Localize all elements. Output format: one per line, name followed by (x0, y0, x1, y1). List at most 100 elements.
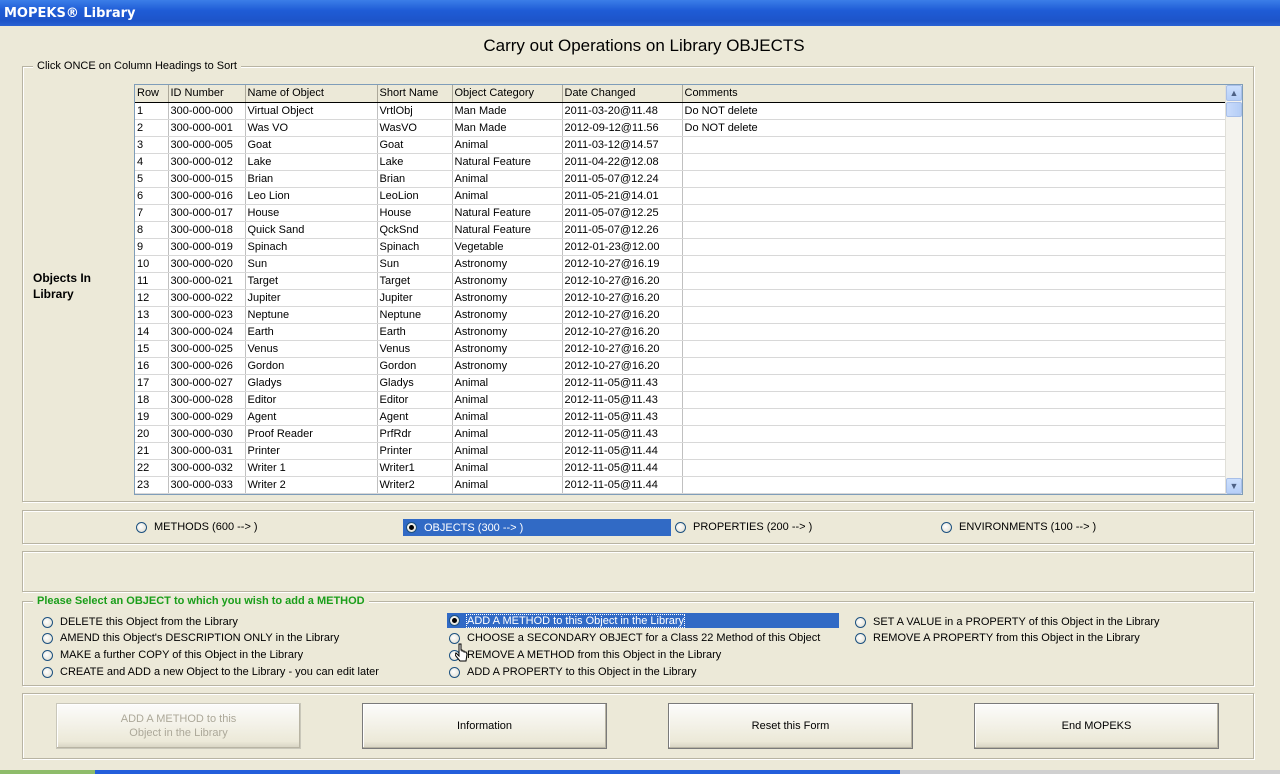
op-remove-property[interactable]: REMOVE A PROPERTY from this Object in th… (855, 632, 1140, 644)
op-set-value[interactable]: SET A VALUE in a PROPERTY of this Object… (855, 616, 1160, 628)
table-cell[interactable] (682, 153, 1228, 171)
table-cell[interactable]: House (377, 204, 453, 222)
table-cell[interactable]: 300-000-020 (168, 255, 246, 273)
table-cell[interactable]: 12 (135, 289, 169, 307)
add-method-button[interactable]: ADD A METHOD to this Object in the Libra… (56, 703, 301, 749)
table-row[interactable]: 9 300-000-019 Spinach Spinach Vegetable 2012-… (135, 238, 1228, 256)
table-cell[interactable]: 300-000-026 (168, 357, 246, 375)
grid-vertical-scrollbar[interactable]: ▲ ▼ (1225, 85, 1242, 494)
table-cell[interactable] (682, 374, 1228, 392)
table-cell[interactable]: Agent (245, 408, 378, 426)
table-cell[interactable]: Do NOT delete (682, 102, 1228, 120)
column-header[interactable]: Name of Object (245, 85, 378, 103)
table-cell[interactable]: 300-000-019 (168, 238, 246, 256)
table-cell[interactable] (682, 170, 1228, 188)
op-create-object[interactable]: CREATE and ADD a new Object to the Libra… (42, 666, 379, 678)
op-choose-indicator[interactable] (449, 632, 460, 644)
table-cell[interactable]: 2 (135, 119, 169, 137)
table-cell[interactable]: Astronomy (452, 306, 563, 324)
radio-objects[interactable]: OBJECTS (300 --> ) (403, 519, 671, 536)
table-row[interactable]: 1 300-000-000 Virtual Object VrtlObj Man Mad… (135, 102, 1228, 120)
op-remove-property-indicator[interactable] (855, 632, 866, 644)
table-cell[interactable]: Brian (245, 170, 378, 188)
table-cell[interactable]: Writer 2 (245, 476, 378, 494)
table-row[interactable]: 17 300-000-027 Gladys Gladys Animal 2012-11-0… (135, 374, 1228, 392)
table-cell[interactable] (682, 340, 1228, 358)
end-mopeks-button[interactable]: End MOPEKS (974, 703, 1219, 749)
table-cell[interactable]: 300-000-032 (168, 459, 246, 477)
scroll-thumb[interactable] (1226, 102, 1242, 117)
table-cell[interactable]: Vegetable (452, 238, 563, 256)
table-cell[interactable]: 300-000-021 (168, 272, 246, 290)
table-cell[interactable]: Printer (377, 442, 453, 460)
table-cell[interactable]: 300-000-000 (168, 102, 246, 120)
reset-form-button[interactable]: Reset this Form (668, 703, 913, 749)
table-cell[interactable]: 300-000-030 (168, 425, 246, 443)
table-row[interactable]: 6 300-000-016 Leo Lion LeoLion Animal 2011-05… (135, 187, 1228, 205)
table-cell[interactable]: Proof Reader (245, 425, 378, 443)
table-row[interactable]: 23 300-000-033 Writer 2 Writer2 Animal 2012-1… (135, 476, 1228, 494)
table-row[interactable]: 13 300-000-023 Neptune Neptune Astronomy 2012… (135, 306, 1228, 324)
table-cell[interactable]: Animal (452, 442, 563, 460)
scroll-up-icon[interactable]: ▲ (1226, 85, 1242, 101)
table-cell[interactable] (682, 459, 1228, 477)
table-cell[interactable]: 300-000-022 (168, 289, 246, 307)
table-cell[interactable]: Editor (377, 391, 453, 409)
table-cell[interactable]: Animal (452, 391, 563, 409)
table-cell[interactable]: LeoLion (377, 187, 453, 205)
radio-methods[interactable]: METHODS (600 --> ) (136, 521, 258, 533)
table-cell[interactable]: 23 (135, 476, 169, 494)
table-cell[interactable]: 20 (135, 425, 169, 443)
table-cell[interactable]: 13 (135, 306, 169, 324)
table-cell[interactable]: Goat (245, 136, 378, 154)
op-add-method[interactable]: ADD A METHOD to this Object in the Libra… (447, 613, 839, 628)
table-cell[interactable]: 9 (135, 238, 169, 256)
table-cell[interactable]: Sun (245, 255, 378, 273)
op-delete-object[interactable]: DELETE this Object from the Library (42, 616, 238, 628)
table-cell[interactable]: Goat (377, 136, 453, 154)
table-cell[interactable]: Natural Feature (452, 153, 563, 171)
table-cell[interactable]: 2012-10-27@16.20 (562, 323, 683, 341)
table-cell[interactable]: Animal (452, 187, 563, 205)
table-cell[interactable] (682, 323, 1228, 341)
table-cell[interactable]: 2012-10-27@16.20 (562, 357, 683, 375)
table-cell[interactable]: 300-000-033 (168, 476, 246, 494)
table-cell[interactable]: PrfRdr (377, 425, 453, 443)
table-cell[interactable]: 300-000-031 (168, 442, 246, 460)
table-row[interactable]: 3 300-000-005 Goat Goat Animal 2011-03-12@14.… (135, 136, 1228, 154)
table-cell[interactable] (682, 255, 1228, 273)
table-row[interactable]: 10 300-000-020 Sun Sun Astronomy 2012-10-27@1… (135, 255, 1228, 273)
table-cell[interactable]: 15 (135, 340, 169, 358)
table-cell[interactable]: Jupiter (245, 289, 378, 307)
table-cell[interactable]: Gladys (377, 374, 453, 392)
table-cell[interactable]: 300-000-028 (168, 391, 246, 409)
table-cell[interactable]: Astronomy (452, 272, 563, 290)
op-copy-indicator[interactable] (42, 649, 53, 661)
op-choose-secondary[interactable]: CHOOSE a SECONDARY OBJECT for a Class 22… (449, 632, 820, 644)
table-cell[interactable]: Earth (377, 323, 453, 341)
table-row[interactable]: 11 300-000-021 Target Target Astronomy 2012-1… (135, 272, 1228, 290)
table-cell[interactable]: 14 (135, 323, 169, 341)
radio-environments[interactable]: ENVIRONMENTS (100 --> ) (941, 521, 1096, 533)
table-cell[interactable]: Man Made (452, 102, 563, 120)
table-cell[interactable]: Animal (452, 408, 563, 426)
table-row[interactable]: 5 300-000-015 Brian Brian Animal 2011-05-07@1… (135, 170, 1228, 188)
column-header[interactable]: Date Changed (562, 85, 683, 103)
table-cell[interactable]: Astronomy (452, 357, 563, 375)
table-cell[interactable]: 2012-11-05@11.44 (562, 442, 683, 460)
table-cell[interactable]: Printer (245, 442, 378, 460)
table-row[interactable]: 14 300-000-024 Earth Earth Astronomy 2012-10-… (135, 323, 1228, 341)
table-cell[interactable]: Animal (452, 136, 563, 154)
table-cell[interactable]: 300-000-015 (168, 170, 246, 188)
table-cell[interactable]: Venus (377, 340, 453, 358)
table-cell[interactable]: 2012-10-27@16.20 (562, 306, 683, 324)
table-row[interactable]: 2 300-000-001 Was VO WasVO Man Made 2012-09-1… (135, 119, 1228, 137)
radio-properties[interactable]: PROPERTIES (200 --> ) (675, 521, 812, 533)
table-cell[interactable]: 300-000-025 (168, 340, 246, 358)
table-cell[interactable]: Virtual Object (245, 102, 378, 120)
table-cell[interactable]: 16 (135, 357, 169, 375)
table-cell[interactable] (682, 442, 1228, 460)
table-cell[interactable]: 2011-05-07@12.24 (562, 170, 683, 188)
op-amend-indicator[interactable] (42, 632, 53, 644)
op-remove-method[interactable]: REMOVE A METHOD from this Object in the … (449, 649, 721, 661)
